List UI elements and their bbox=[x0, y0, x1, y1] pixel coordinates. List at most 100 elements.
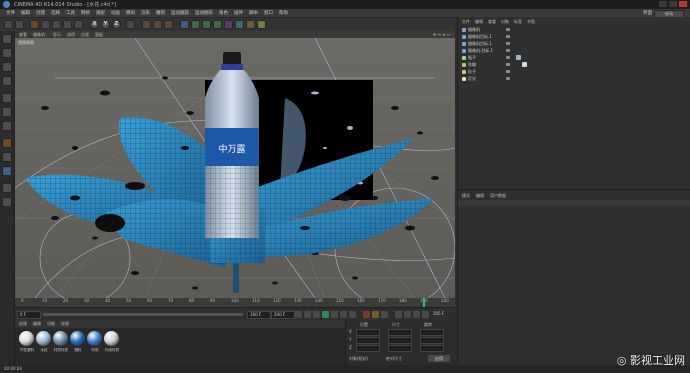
z-axis-lock-icon[interactable]: Z bbox=[112, 20, 121, 29]
coord-mode-right[interactable]: 绝对尺寸 bbox=[386, 356, 402, 362]
snap-icon[interactable] bbox=[2, 166, 12, 176]
object-row[interactable]: 灯光 bbox=[462, 76, 687, 82]
go-to-start-icon[interactable] bbox=[295, 311, 302, 318]
maximize-button[interactable] bbox=[669, 1, 677, 7]
perspective-viewport[interactable]: 中万露 透视视图 bbox=[15, 38, 455, 298]
workplane-lock-icon[interactable] bbox=[2, 183, 12, 193]
light-icon[interactable] bbox=[257, 20, 266, 29]
live-selection-icon[interactable] bbox=[74, 20, 83, 29]
render-to-picture-viewer-icon[interactable] bbox=[153, 20, 162, 29]
menu-item-12[interactable]: 运动图形 bbox=[195, 10, 213, 16]
rotation-b-field[interactable] bbox=[420, 345, 444, 352]
rotation-p-field[interactable] bbox=[420, 337, 444, 344]
axis-mode-icon[interactable] bbox=[2, 138, 12, 148]
record-keyframe-icon[interactable] bbox=[363, 311, 370, 318]
points-mode-icon[interactable] bbox=[2, 93, 12, 103]
go-to-end-icon[interactable] bbox=[349, 311, 356, 318]
object-menu-item[interactable]: 书签 bbox=[527, 19, 535, 25]
current-frame-field[interactable]: 160 F bbox=[247, 311, 271, 319]
next-key-icon[interactable] bbox=[340, 311, 347, 318]
visibility-dots-icon[interactable] bbox=[506, 56, 510, 59]
object-row[interactable]: 摄像机 bbox=[462, 27, 687, 33]
menu-item-14[interactable]: 插件 bbox=[234, 10, 243, 16]
menu-item-1[interactable]: 编辑 bbox=[21, 10, 30, 16]
undo-icon[interactable] bbox=[4, 20, 13, 29]
position-y-field[interactable] bbox=[356, 337, 380, 344]
attr-menu-user-data[interactable]: 用户数据 bbox=[490, 193, 506, 199]
visibility-dots-icon[interactable] bbox=[506, 35, 510, 38]
viewport-nav-icons[interactable]: ✥ ⟲ ⊕ ▭ bbox=[433, 32, 451, 37]
object-row[interactable]: 粒子 bbox=[462, 69, 687, 75]
tweak-mode-icon[interactable] bbox=[2, 152, 12, 162]
parameter-key-icon[interactable] bbox=[422, 311, 429, 318]
visibility-dots-icon[interactable] bbox=[506, 28, 510, 31]
visibility-dots-icon[interactable] bbox=[506, 49, 510, 52]
close-button[interactable] bbox=[679, 1, 687, 7]
object-menu-item[interactable]: 标签 bbox=[514, 19, 522, 25]
floor-environment-icon[interactable] bbox=[235, 20, 244, 29]
menu-item-6[interactable]: 捕捉 bbox=[96, 10, 105, 16]
material-menu-edit[interactable]: 编辑 bbox=[33, 321, 41, 327]
cube-primitive-icon[interactable] bbox=[180, 20, 189, 29]
visibility-dots-icon[interactable] bbox=[506, 63, 510, 66]
menu-item-13[interactable]: 角色 bbox=[219, 10, 228, 16]
preview-range-slider[interactable] bbox=[43, 313, 243, 316]
autokey-icon[interactable] bbox=[372, 311, 379, 318]
material-swatch[interactable]: 塑料 bbox=[70, 331, 86, 353]
visibility-dots-icon[interactable] bbox=[506, 42, 510, 45]
menu-item-2[interactable]: 创建 bbox=[36, 10, 45, 16]
scale-key-icon[interactable] bbox=[404, 311, 411, 318]
texture-mode-icon[interactable] bbox=[2, 62, 12, 72]
object-row[interactable]: 摄像机目标.1 bbox=[462, 41, 687, 47]
menu-item-11[interactable]: 运动跟踪 bbox=[171, 10, 189, 16]
polygons-mode-icon[interactable] bbox=[2, 121, 12, 131]
x-axis-lock-icon[interactable]: X bbox=[90, 20, 99, 29]
object-row[interactable]: 摄像机目标.1 bbox=[462, 34, 687, 40]
material-tag-icon[interactable] bbox=[522, 62, 527, 67]
current-frame-marker[interactable] bbox=[423, 298, 425, 307]
object-menu-item[interactable]: 查看 bbox=[488, 19, 496, 25]
make-editable-icon[interactable] bbox=[2, 34, 12, 44]
object-row[interactable]: 摄像机.目标.1 bbox=[462, 48, 687, 54]
menu-item-16[interactable]: 窗口 bbox=[264, 10, 273, 16]
minimize-button[interactable] bbox=[659, 1, 667, 7]
size-z-field[interactable] bbox=[388, 345, 412, 352]
y-axis-lock-icon[interactable]: Y bbox=[101, 20, 110, 29]
visibility-dots-icon[interactable] bbox=[506, 70, 510, 73]
render-settings-icon[interactable] bbox=[164, 20, 173, 29]
redo-icon[interactable] bbox=[15, 20, 24, 29]
attr-menu-mode[interactable]: 模式 bbox=[462, 193, 470, 199]
rotation-h-field[interactable] bbox=[420, 329, 444, 336]
menu-item-8[interactable]: 模拟 bbox=[126, 10, 135, 16]
menu-item-10[interactable]: 雕刻 bbox=[156, 10, 165, 16]
material-tag-icon[interactable] bbox=[516, 55, 521, 60]
size-x-field[interactable] bbox=[388, 329, 412, 336]
menu-item-15[interactable]: 脚本 bbox=[249, 10, 258, 16]
keyframe-selection-icon[interactable] bbox=[381, 311, 388, 318]
menu-item-0[interactable]: 文件 bbox=[6, 10, 15, 16]
start-frame-field[interactable]: 0 F bbox=[17, 311, 41, 319]
scale-tool-icon[interactable] bbox=[52, 20, 61, 29]
object-row[interactable]: 花瓣 bbox=[462, 62, 687, 68]
play-icon[interactable] bbox=[322, 311, 329, 318]
end-frame-field[interactable]: 200 F bbox=[271, 311, 295, 319]
timeline-ruler[interactable]: 0 10 20 30 40 50 60 70 80 90 100 110 120 130 140 150 160… bbox=[15, 298, 455, 307]
position-x-field[interactable] bbox=[356, 329, 380, 336]
coordinate-system-icon[interactable] bbox=[126, 20, 135, 29]
rotation-key-icon[interactable] bbox=[413, 311, 420, 318]
object-menu-item[interactable]: 对象 bbox=[501, 19, 509, 25]
material-menu-function[interactable]: 功能 bbox=[47, 321, 55, 327]
material-swatch[interactable]: 水纹 bbox=[36, 331, 52, 353]
selection-tool-icon[interactable] bbox=[30, 20, 39, 29]
material-menu-create[interactable]: 创建 bbox=[19, 321, 27, 327]
material-swatch[interactable]: 材质 bbox=[87, 331, 103, 353]
array-generator-icon[interactable] bbox=[213, 20, 222, 29]
model-mode-icon[interactable] bbox=[2, 48, 12, 58]
move-tool-icon[interactable] bbox=[41, 20, 50, 29]
menu-item-5[interactable]: 网格 bbox=[81, 10, 90, 16]
size-y-field[interactable] bbox=[388, 337, 412, 344]
menu-item-3[interactable]: 选择 bbox=[51, 10, 60, 16]
material-swatch[interactable]: 汽性塑料 bbox=[19, 331, 35, 353]
pen-spline-icon[interactable] bbox=[191, 20, 200, 29]
coord-mode-left[interactable]: 对象(相对) bbox=[349, 356, 368, 362]
